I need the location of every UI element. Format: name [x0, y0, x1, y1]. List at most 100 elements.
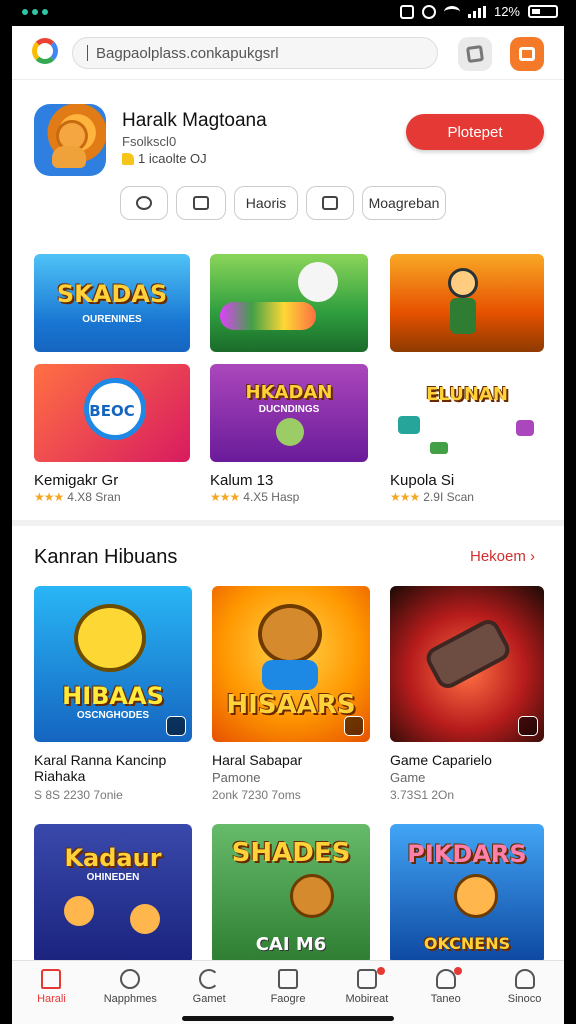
tile-title: HKADAN: [245, 382, 333, 403]
character-image: [64, 896, 94, 926]
game-card-art[interactable]: SHADES CAI M6: [212, 824, 370, 964]
game-card-art[interactable]: PIKDARS OKCNENS: [390, 824, 544, 964]
cannon-image: [422, 615, 514, 693]
section-title: Kanran Hibuans: [34, 546, 178, 568]
tile-meta-text: 4.X8 Sran: [67, 490, 121, 504]
battery-percent: 12%: [493, 4, 520, 19]
nav-item-apps[interactable]: Faogre: [249, 961, 328, 1024]
game-tile[interactable]: [210, 254, 368, 352]
nav-item-search[interactable]: Napphmes: [91, 961, 170, 1024]
mascot-shirt-image: [262, 660, 318, 690]
card-subtitle: Pamone: [212, 770, 261, 785]
card-title: Haral Sabapar: [212, 752, 303, 768]
nav-item-games[interactable]: Gamet: [170, 961, 249, 1024]
game-tile[interactable]: ELUNAN: [390, 364, 544, 462]
library-icon: [465, 44, 485, 64]
app-title[interactable]: Haralk Magtoana: [122, 110, 267, 132]
nav-item-profile[interactable]: Taneo: [406, 961, 485, 1024]
game-card-art[interactable]: HISAARS: [212, 586, 370, 742]
nav-item-home[interactable]: Harali: [12, 961, 91, 1024]
apps-icon: [278, 969, 298, 989]
game-tile[interactable]: SKADAS OURENINES: [34, 254, 190, 352]
game-card-art[interactable]: [390, 586, 544, 742]
bear-mascot-image: [454, 874, 498, 918]
play-badge-icon: [344, 716, 364, 736]
rewards-button[interactable]: [510, 37, 544, 71]
wifi-icon: [443, 5, 460, 18]
library-button[interactable]: [458, 37, 492, 71]
bear-mascot-image: [258, 604, 322, 664]
nav-label: Sinoco: [507, 993, 542, 1005]
card-subtitle: Game: [390, 770, 426, 785]
gift-icon: [519, 47, 535, 61]
card-art-title: Kadaur: [64, 844, 162, 872]
stars-icon: ★★★: [34, 490, 64, 504]
tile-meta-text: 2.9I Scan: [423, 490, 474, 504]
character-body-image: [450, 298, 476, 334]
mascot-image: [298, 262, 338, 302]
tile-subtitle: OURENINES: [82, 314, 142, 325]
chip-share[interactable]: [120, 186, 168, 220]
app-developer: Fsolkscl0: [122, 134, 177, 149]
chevron-right-icon: ›: [530, 548, 536, 565]
status-dots: [22, 9, 48, 15]
search-icon: [120, 969, 141, 989]
mascot-image: [276, 418, 304, 446]
card-art-subtitle: OHINEDEN: [86, 872, 140, 883]
notification-icon: [399, 4, 414, 19]
tile-title: SKADAS: [56, 280, 168, 308]
app-rating-text: 1 icaolte OJ: [138, 151, 207, 166]
game-tile[interactable]: HKADAN DUCNDINGS: [210, 364, 368, 462]
tile-label: Kemigakr Gr: [34, 472, 119, 489]
game-tile[interactable]: [390, 254, 544, 352]
chip-moagreban[interactable]: Moagreban: [362, 186, 446, 220]
gesture-home-bar[interactable]: [182, 1016, 394, 1021]
status-dot-icon: [22, 9, 28, 15]
thumbs-up-icon: [122, 152, 134, 165]
search-input[interactable]: Bagpaolplass.conkapukgsrl: [72, 37, 438, 69]
game-card-art[interactable]: HIBAAS OSCNGHODES: [34, 586, 192, 742]
nav-item-messages[interactable]: Mobireat: [327, 961, 406, 1024]
card-title: Game Caparielo: [390, 752, 492, 768]
google-logo-icon[interactable]: [32, 38, 58, 64]
notification-dot-icon: [454, 967, 463, 975]
tile-meta: ★★★ 4.X8 Sran: [34, 490, 121, 504]
card-art-title: PIKDARS: [407, 840, 527, 868]
character-image: [448, 268, 478, 298]
nav-label: Gamet: [192, 993, 226, 1005]
section-see-more-link[interactable]: Hekoem ›: [470, 548, 535, 565]
tile-meta: ★★★ 4.X5 Hasp: [210, 490, 299, 504]
status-dot-icon: [32, 9, 38, 15]
refresh-icon: [199, 969, 220, 989]
install-button[interactable]: Plotepet: [406, 114, 544, 150]
card-meta: 3.73S1 2On: [390, 788, 455, 802]
colorful-blanket-image: [220, 302, 316, 330]
play-badge-icon: [166, 716, 186, 736]
chip-haoris[interactable]: Haoris: [234, 186, 298, 220]
card-meta: 2onk 7230 7oms: [212, 788, 301, 802]
sync-icon: [421, 4, 436, 19]
app-icon-image[interactable]: [34, 104, 106, 176]
tile-title: ELUNAN: [426, 384, 508, 405]
search-header: Bagpaolplass.conkapukgsrl: [12, 26, 564, 80]
stars-icon: ★★★: [210, 490, 240, 504]
account-icon: [514, 969, 535, 989]
game-tile[interactable]: BEOC: [34, 364, 190, 462]
stars-icon: ★★★: [390, 490, 420, 504]
share-icon: [136, 196, 152, 210]
bear-mascot-image: [290, 874, 334, 918]
message-icon: [356, 969, 377, 989]
home-icon: [41, 969, 62, 989]
nav-item-account[interactable]: Sinoco: [485, 961, 564, 1024]
battery-icon: [528, 5, 558, 18]
nav-label: Mobireat: [345, 993, 389, 1005]
nav-label: Harali: [37, 993, 66, 1005]
chip-chart[interactable]: [306, 186, 354, 220]
game-card-art[interactable]: Kadaur OHINEDEN: [34, 824, 192, 964]
card-art-title: HIBAAS: [62, 682, 164, 710]
section-divider: [12, 520, 564, 526]
card-title: Karal Ranna Kancinp Riahaka: [34, 752, 167, 784]
status-bar: 12%: [0, 0, 576, 26]
signal-icon: [467, 5, 486, 18]
chip-preview[interactable]: [176, 186, 226, 220]
